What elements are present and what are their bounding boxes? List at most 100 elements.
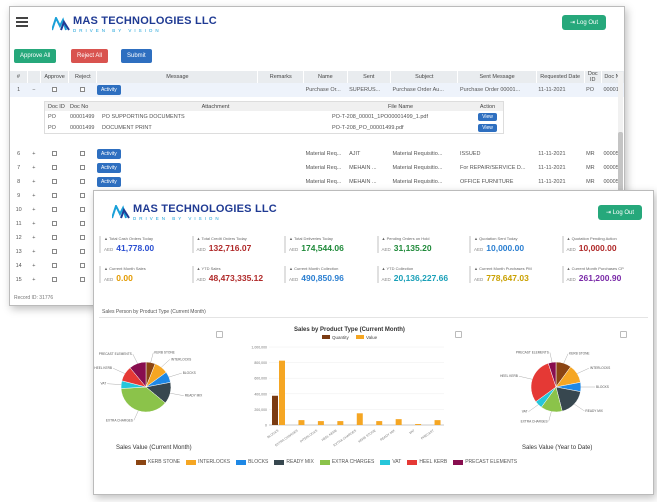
col-doc-id[interactable]: Doc ID [584, 71, 602, 83]
activity-button[interactable]: Activity [96, 85, 121, 95]
view-button[interactable]: View [478, 112, 497, 121]
approve-all-button[interactable]: Approve All [14, 49, 57, 63]
pie-leader-line [150, 352, 154, 363]
approve-checkbox[interactable] [52, 206, 58, 212]
pie-leader-line [528, 404, 539, 412]
reject-checkbox[interactable] [80, 192, 86, 198]
logout-button[interactable]: ⇥ Log Out [562, 15, 607, 30]
view-button[interactable]: View [478, 123, 497, 132]
section-divider [99, 317, 648, 318]
expand-toggle[interactable]: − [27, 83, 40, 97]
col-requested-date[interactable]: Requested Date [536, 71, 585, 83]
reject-checkbox[interactable] [80, 248, 86, 254]
bar [337, 421, 344, 425]
sub-col-action[interactable]: Action [469, 102, 503, 111]
y-tick-label: 0 [265, 424, 267, 428]
col-approve[interactable]: Approve [40, 71, 70, 83]
submit-button[interactable]: Submit [121, 49, 152, 63]
expand-toggle[interactable]: + [27, 273, 40, 287]
kpi-currency: AED [289, 277, 299, 282]
bar [317, 421, 324, 425]
expand-toggle[interactable]: + [27, 217, 40, 231]
expand-toggle[interactable]: + [27, 231, 40, 245]
approve-checkbox[interactable] [52, 262, 58, 268]
y-tick-label: 600,000 [254, 377, 267, 381]
expand-toggle[interactable]: + [27, 189, 40, 203]
legend-item[interactable]: EXTRA CHARGES [319, 459, 374, 465]
reject-checkbox[interactable] [80, 234, 86, 240]
table-row[interactable]: 1− Activity Purchase Or... SUPERUS... Purcha… [10, 83, 624, 97]
col-num[interactable]: # [10, 71, 28, 83]
approve-checkbox[interactable] [52, 276, 58, 282]
grid-header-row: # Approve Reject Message Remarks Name Se… [10, 71, 624, 83]
expand-toggle[interactable]: + [27, 203, 40, 217]
reject-checkbox[interactable] [80, 220, 86, 226]
expand-toggle[interactable]: + [27, 147, 40, 161]
sub-col-doc-no[interactable]: Doc No [67, 102, 99, 111]
table-row[interactable]: 7 + Activity Material Req... MEHAIN ... Mater… [10, 161, 624, 175]
approve-checkbox[interactable] [52, 164, 58, 170]
sub-col-file-name[interactable]: File Name [329, 102, 469, 111]
legend-item[interactable]: HEEL KERB [407, 459, 447, 465]
reject-checkbox[interactable] [80, 178, 86, 184]
kpi-card: ▲ YTD Collection AED 20,136,227.66 [376, 266, 466, 283]
activity-button[interactable]: Activity [96, 149, 121, 159]
reject-checkbox[interactable] [80, 276, 86, 282]
expand-toggle[interactable]: + [27, 259, 40, 273]
approve-checkbox[interactable] [52, 178, 58, 184]
sub-col-attachment[interactable]: Attachment [99, 102, 329, 111]
kpi-value: AED 48,473,335.12 [196, 273, 264, 283]
table-row[interactable]: 8 + Activity Material Req... MEHAIN ... Mater… [10, 175, 624, 189]
col-remarks[interactable]: Remarks [257, 71, 305, 83]
col-sent[interactable]: Sent [347, 71, 392, 83]
logout-button[interactable]: ⇥ Log Out [598, 205, 643, 220]
approve-checkbox[interactable] [52, 220, 58, 226]
legend-item[interactable]: VAT [380, 459, 401, 465]
pie-label: KERB STONE [154, 351, 175, 355]
kpi-currency: AED [104, 277, 114, 282]
left-pie-title: Sales Value (Current Month) [116, 445, 192, 451]
col-subject[interactable]: Subject [390, 71, 459, 83]
cell-subject: Material Requisitio... [392, 165, 443, 171]
legend-item[interactable]: INTERLOCKS [186, 459, 230, 465]
legend-item[interactable]: KERB STONE [136, 459, 180, 465]
reject-checkbox[interactable] [80, 86, 86, 92]
approve-checkbox[interactable] [52, 234, 58, 240]
legend-swatch [186, 459, 197, 465]
expand-toggle[interactable]: + [27, 245, 40, 259]
kpi-currency: AED [104, 247, 114, 252]
activity-button[interactable]: Activity [96, 163, 121, 173]
reject-checkbox[interactable] [80, 262, 86, 268]
row-number: 8 [17, 179, 21, 185]
table-row[interactable]: 6 + Activity Material Req... AJIT Material Re… [10, 147, 624, 161]
approve-checkbox[interactable] [52, 248, 58, 254]
reject-all-button[interactable]: Reject All [71, 49, 109, 63]
kpi-value: AED 261,200.90 [566, 273, 622, 283]
cell-name: Material Req... [305, 179, 342, 185]
expand-toggle[interactable]: + [27, 175, 40, 189]
legend-swatch-quantity [322, 335, 330, 339]
hamburger-menu-icon[interactable] [16, 17, 28, 27]
approve-checkbox[interactable] [52, 150, 58, 156]
reject-checkbox[interactable] [80, 150, 86, 156]
col-sent-message[interactable]: Sent Message [457, 71, 537, 83]
pie-leader-line [548, 411, 552, 422]
reject-checkbox[interactable] [80, 206, 86, 212]
col-name[interactable]: Name [303, 71, 348, 83]
expand-toggle[interactable]: + [27, 161, 40, 175]
legend-item[interactable]: READY MIX [274, 459, 314, 465]
approve-checkbox[interactable] [52, 192, 58, 198]
sub-col-doc-id[interactable]: Doc ID [45, 102, 67, 111]
legend-item[interactable]: BLOCKS [236, 459, 268, 465]
activity-button[interactable]: Activity [96, 177, 121, 187]
section-title: Sales Person by Product Type (Current Mo… [102, 309, 206, 315]
kpi-currency: AED [196, 247, 206, 252]
legend-item[interactable]: PRECAST ELEMENTS [453, 459, 517, 465]
approve-checkbox[interactable] [52, 86, 58, 92]
cell-doc-id: MR [586, 151, 595, 157]
col-reject[interactable]: Reject [68, 71, 98, 83]
pie-label: INTERLOCKS [590, 366, 610, 370]
col-message[interactable]: Message [96, 71, 259, 83]
reject-checkbox[interactable] [80, 164, 86, 170]
y-tick-label: 200,000 [254, 408, 267, 412]
